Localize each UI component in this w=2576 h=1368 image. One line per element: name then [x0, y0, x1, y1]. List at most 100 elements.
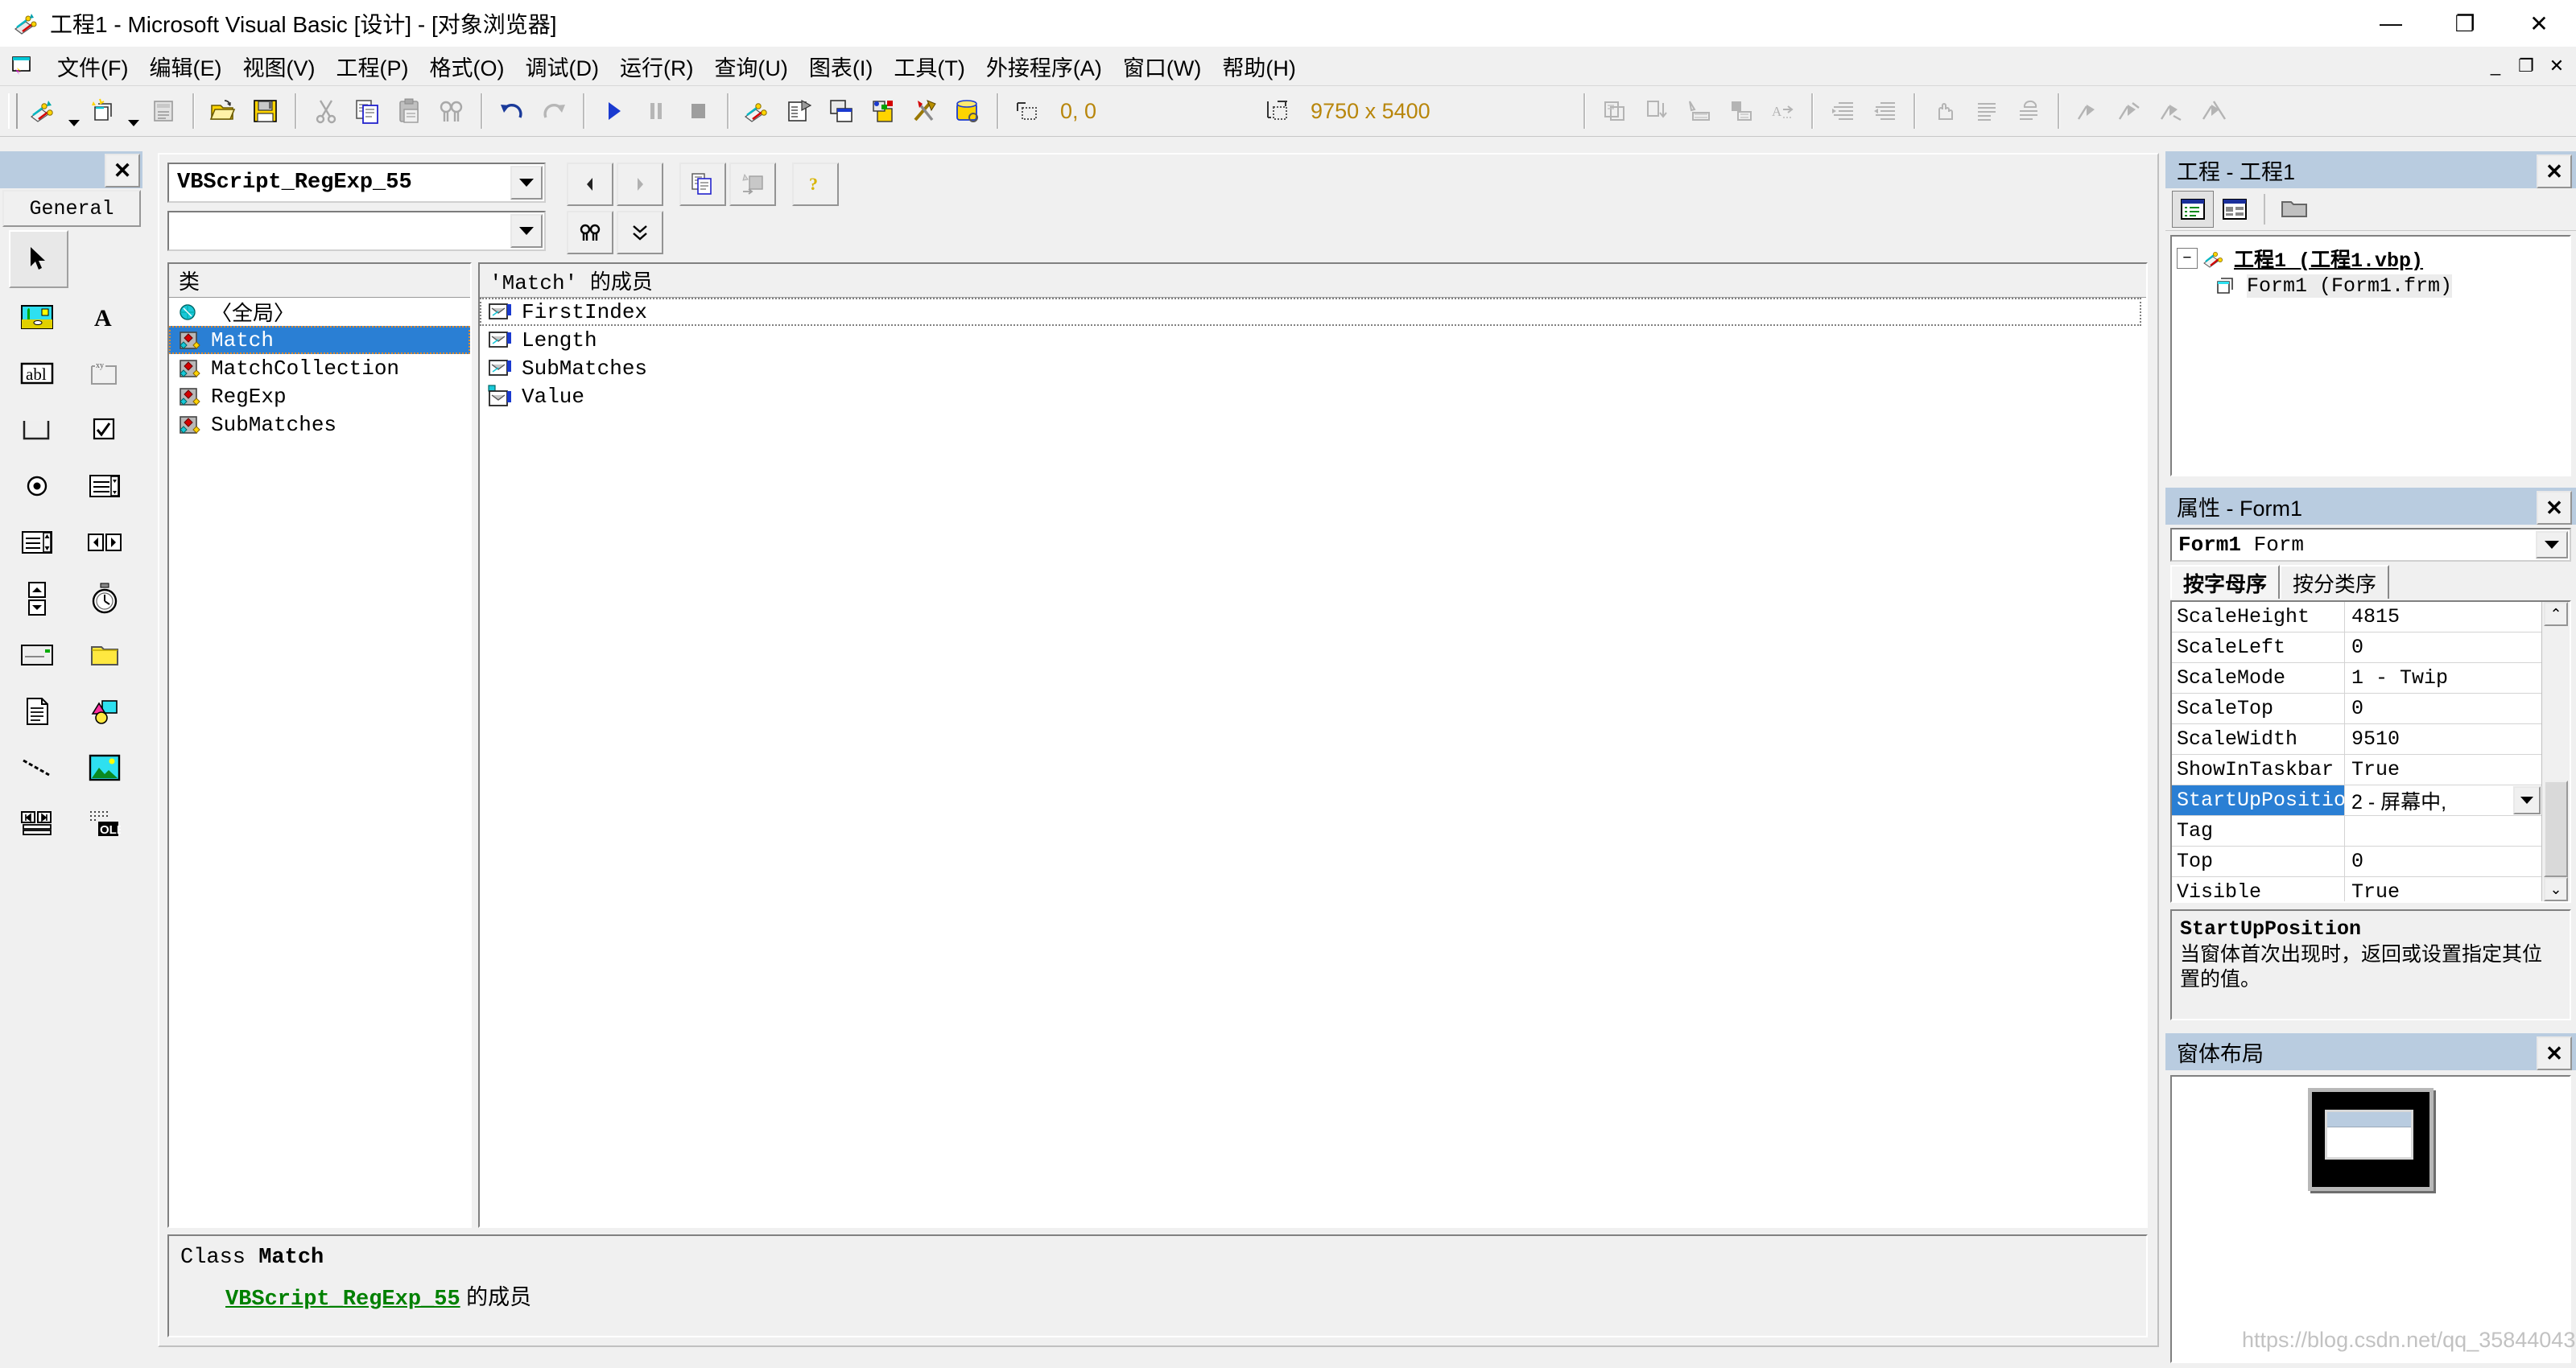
properties-object-combo[interactable]: Form1 Form	[2170, 528, 2571, 562]
filelistbox-tool-icon[interactable]	[9, 684, 65, 739]
property-value[interactable]	[2345, 816, 2541, 846]
toolbox-icon[interactable]	[905, 90, 947, 132]
frame-tool-icon[interactable]: xy	[76, 346, 133, 401]
add-form-icon[interactable]	[83, 90, 125, 132]
menu-window[interactable]: 窗口(W)	[1113, 49, 1212, 84]
mdi-restore-button[interactable]: ❐	[2512, 53, 2541, 79]
property-row[interactable]: Visible True	[2172, 877, 2541, 901]
property-value[interactable]: 4815	[2345, 602, 2541, 632]
break-icon[interactable]	[635, 90, 677, 132]
menu-debug[interactable]: 调试(D)	[514, 49, 609, 84]
copy-icon[interactable]	[347, 90, 389, 132]
form-layout-icon[interactable]	[821, 90, 863, 132]
scroll-up-button[interactable]: ⌃	[2544, 602, 2568, 626]
data-tool-icon[interactable]	[9, 797, 65, 851]
expander-toggle[interactable]: −	[2177, 248, 2198, 269]
menu-edit[interactable]: 编辑(E)	[138, 49, 232, 84]
bookmark-prev-icon[interactable]	[2152, 90, 2194, 132]
checkbox-tool-icon[interactable]	[76, 402, 133, 457]
property-value[interactable]: 1 - Twip	[2345, 663, 2541, 693]
bookmark-toggle-icon[interactable]	[2068, 90, 2110, 132]
end-icon[interactable]	[677, 90, 719, 132]
combobox-tool-icon[interactable]	[76, 459, 133, 513]
back-button[interactable]	[567, 163, 613, 206]
property-row[interactable]: ScaleMode 1 - Twip	[2172, 663, 2541, 694]
help-button[interactable]: ?	[792, 163, 839, 206]
property-value[interactable]: True	[2345, 877, 2541, 901]
property-row[interactable]: Top 0	[2172, 847, 2541, 877]
menu-editor-icon[interactable]	[142, 90, 184, 132]
view-definition-button[interactable]	[729, 163, 776, 206]
property-row[interactable]: ShowInTaskbar True	[2172, 755, 2541, 785]
form-layout-close-button[interactable]: ✕	[2537, 1036, 2572, 1070]
member-list-item[interactable]: Length	[480, 326, 2146, 354]
vscrollbar-tool-icon[interactable]	[9, 571, 65, 626]
member-list-item[interactable]: FirstIndex	[480, 298, 2141, 326]
toolbox-tab-general[interactable]: General	[2, 190, 141, 227]
copy-to-clipboard-button[interactable]	[679, 163, 726, 206]
properties-tab[interactable]: 按分类序	[2280, 565, 2390, 599]
dirlistbox-tool-icon[interactable]	[76, 628, 133, 682]
forward-button[interactable]	[617, 163, 663, 206]
search-input[interactable]	[167, 211, 546, 251]
bookmark-clear-icon[interactable]	[2194, 90, 2235, 132]
line-tool-icon[interactable]	[9, 740, 65, 795]
menu-view[interactable]: 视图(V)	[232, 49, 325, 84]
property-value[interactable]: 2 - 屏幕中,	[2345, 785, 2541, 815]
toggle-folders-icon[interactable]	[2273, 191, 2315, 228]
cut-icon[interactable]	[305, 90, 347, 132]
menu-run[interactable]: 运行(R)	[609, 49, 704, 84]
properties-scrollbar[interactable]: ⌃ ⌄	[2541, 602, 2570, 901]
menu-tools[interactable]: 工具(T)	[883, 49, 975, 84]
property-row[interactable]: ScaleWidth 9510	[2172, 724, 2541, 755]
properties-grid[interactable]: ScaleHeight 4815 ScaleLeft 0 ScaleMode 1 - Tw…	[2170, 600, 2571, 903]
member-list-item[interactable]: Value	[480, 382, 2146, 410]
properties-close-button[interactable]: ✕	[2537, 491, 2572, 525]
class-list-item[interactable]: MatchCollection	[169, 354, 470, 382]
save-project-icon[interactable]	[245, 90, 287, 132]
property-value[interactable]: 0	[2345, 632, 2541, 662]
ole-tool-icon[interactable]: OLE	[76, 797, 133, 851]
property-value[interactable]: True	[2345, 755, 2541, 785]
pointer-tool-icon[interactable]	[9, 230, 68, 288]
menu-help[interactable]: 帮助(H)	[1212, 49, 1306, 84]
font-icon[interactable]: A	[1761, 90, 1803, 132]
paste-icon[interactable]	[389, 90, 431, 132]
menu-project[interactable]: 工程(P)	[325, 49, 419, 84]
view-code-icon[interactable]	[2172, 191, 2214, 228]
commandbutton-tool-icon[interactable]	[9, 402, 65, 457]
hscrollbar-tool-icon[interactable]	[76, 515, 133, 570]
undo-icon[interactable]	[491, 90, 533, 132]
project-explorer-icon[interactable]	[737, 90, 779, 132]
project-tree-root[interactable]: − 工程1 (工程1.vbp)	[2177, 245, 2570, 273]
class-list-item[interactable]: 〈全局〉	[169, 298, 470, 327]
comment-icon[interactable]	[2008, 90, 2050, 132]
open-project-icon[interactable]	[203, 90, 245, 132]
menu-diagram[interactable]: 图表(I)	[799, 49, 883, 84]
order-icon[interactable]	[1636, 90, 1678, 132]
textbox-tool-icon[interactable]: abl	[9, 346, 65, 401]
data-view-icon[interactable]	[947, 90, 989, 132]
picturebox-tool-icon[interactable]	[9, 290, 65, 344]
optionbutton-tool-icon[interactable]	[9, 459, 65, 513]
menu-file[interactable]: 文件(F)	[47, 49, 138, 84]
property-value[interactable]: 0	[2345, 694, 2541, 723]
shape-tool-icon[interactable]	[76, 684, 133, 739]
property-value[interactable]: 9510	[2345, 724, 2541, 754]
view-object-icon[interactable]	[2214, 191, 2256, 228]
menu-addins[interactable]: 外接程序(A)	[976, 49, 1113, 84]
menu-format[interactable]: 格式(O)	[419, 49, 514, 84]
toolbox-close-button[interactable]: ✕	[105, 154, 140, 187]
tab-order-icon[interactable]	[1719, 90, 1761, 132]
chevron-down-icon[interactable]	[2513, 786, 2541, 814]
detail-library-link[interactable]: VBScript_RegExp_55	[225, 1288, 460, 1312]
outdent-icon[interactable]	[1864, 90, 1905, 132]
menu-query[interactable]: 查询(U)	[704, 49, 798, 84]
timer-tool-icon[interactable]	[76, 571, 133, 626]
project-tree[interactable]: − 工程1 (工程1.vbp) Form1 (Form1.frm)	[2170, 235, 2571, 476]
properties-tab[interactable]: 按字母序	[2170, 565, 2281, 599]
add-project-dropdown-arrow[interactable]	[65, 86, 83, 136]
label-tool-icon[interactable]: A	[76, 290, 133, 344]
form-layout-canvas[interactable]	[2170, 1075, 2571, 1363]
add-form-dropdown-arrow[interactable]	[125, 86, 142, 136]
